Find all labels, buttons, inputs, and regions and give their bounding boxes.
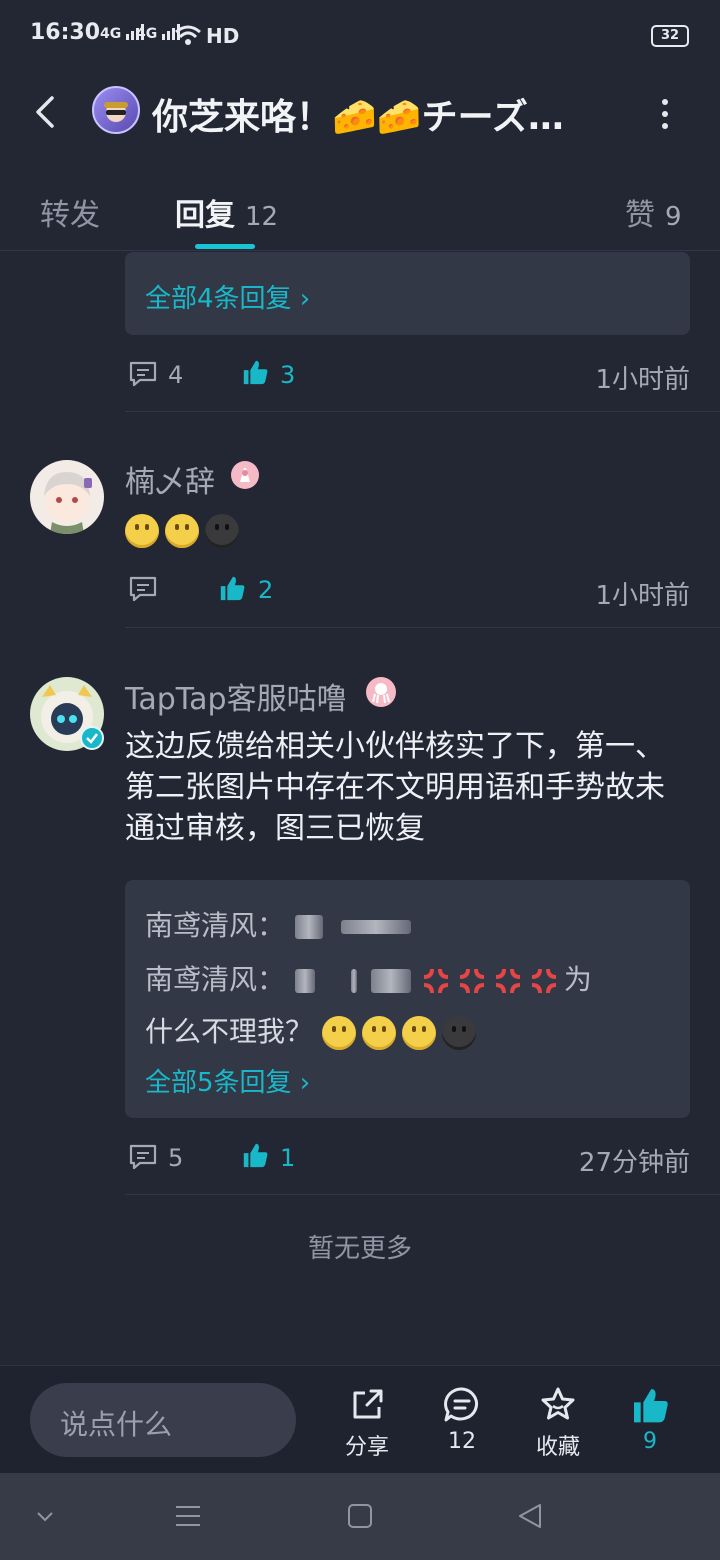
star-icon: [541, 1387, 575, 1420]
reply-quote-box: 全部4条回复 ›: [125, 252, 690, 335]
comment-icon[interactable]: [128, 575, 158, 603]
share-icon: [353, 1389, 383, 1419]
dark-face-emoji: [205, 514, 239, 548]
timestamp: 27分钟前: [578, 1148, 690, 1178]
status-bar: 16:30 4G 4G HD 32: [0, 0, 720, 72]
username[interactable]: 楠乄辞: [125, 457, 215, 501]
comment-count: 4: [168, 361, 184, 389]
menu-icon[interactable]: [174, 1503, 202, 1529]
battery-icon: 32: [651, 25, 689, 47]
like-count: 3: [280, 361, 296, 389]
hd-indicator: HD: [206, 24, 240, 48]
divider: [125, 411, 720, 412]
reply-body-emojis: [125, 514, 245, 548]
user-badge-icon: [366, 677, 396, 707]
anger-symbol-emoji: [423, 968, 449, 994]
chevron-left-icon[interactable]: [26, 92, 66, 132]
thumbs-up-icon: [634, 1389, 668, 1423]
smiling-face-emoji: [125, 514, 159, 548]
reply-body: 这边反馈给相关小伙伴核实了下，第一、第二张图片中存在不文明用语和手势故未通过审核…: [125, 729, 665, 846]
smiling-face-emoji: [165, 514, 199, 548]
user-avatar[interactable]: [30, 460, 104, 534]
timestamp: 1小时前: [595, 581, 690, 611]
anger-symbol-emoji: [531, 968, 557, 994]
verified-badge-icon: [80, 726, 104, 750]
comment-input[interactable]: 说点什么: [30, 1383, 296, 1457]
like-count: 1: [280, 1144, 296, 1172]
wifi-icon: [175, 25, 201, 45]
tab-likes[interactable]: 赞9: [625, 190, 682, 234]
quoted-reply-continued: 什么不理我？: [145, 1010, 482, 1050]
divider: [125, 1194, 720, 1195]
thumbs-up-icon[interactable]: [240, 1141, 270, 1169]
post-author-avatar[interactable]: [92, 86, 140, 134]
system-navigation-bar: [0, 1473, 720, 1560]
quoted-reply: 南鸢清风：: [145, 904, 412, 944]
user-badge-icon: [231, 461, 259, 489]
like-count: 2: [258, 576, 274, 604]
thumbs-up-icon[interactable]: [240, 358, 270, 386]
view-all-replies-link[interactable]: 全部5条回复 ›: [145, 1062, 310, 1099]
pleading-face-emoji: [321, 1016, 356, 1050]
active-tab-indicator: [195, 244, 255, 249]
divider: [125, 627, 720, 628]
chevron-down-icon[interactable]: [34, 1505, 56, 1527]
comment-icon[interactable]: [128, 1143, 158, 1171]
comment-icon[interactable]: [128, 360, 158, 388]
status-time: 16:30: [30, 20, 101, 45]
pleading-face-emoji: [401, 1016, 436, 1050]
end-of-list-text: 暂无更多: [307, 1234, 412, 1264]
comment-bubble-icon: [444, 1387, 478, 1422]
comments-button[interactable]: 12: [427, 1385, 497, 1454]
quoted-reply: 南鸢清风： 为: [145, 963, 592, 996]
view-all-replies-link[interactable]: 全部4条回复 ›: [145, 278, 310, 315]
pleading-face-emoji: [361, 1016, 396, 1050]
comment-count: 5: [168, 1144, 184, 1172]
more-vertical-icon[interactable]: [650, 94, 680, 134]
back-triangle-icon[interactable]: [516, 1502, 544, 1530]
thumbs-up-icon[interactable]: [217, 574, 247, 602]
anger-symbol-emoji: [495, 968, 521, 994]
favorite-button[interactable]: 收藏: [523, 1385, 593, 1461]
like-button[interactable]: 9: [615, 1385, 685, 1454]
page-title: 你芝来咯！🧀🧀チーズ…: [152, 97, 564, 138]
dark-face-emoji: [441, 1016, 476, 1050]
comment-input-placeholder: 说点什么: [60, 1408, 173, 1441]
tab-replies[interactable]: 回复 12: [175, 190, 278, 234]
share-button[interactable]: 分享: [332, 1385, 402, 1461]
reply-quote-box: 南鸢清风： 南鸢清风： 为 什么不理我？ 全部5条回复 ›: [125, 880, 690, 1118]
username[interactable]: TapTap客服咕噜: [125, 674, 347, 718]
tab-reposts[interactable]: 转发: [40, 190, 100, 234]
anger-symbol-emoji: [459, 968, 485, 994]
timestamp: 1小时前: [595, 365, 690, 395]
home-square-icon[interactable]: [347, 1503, 373, 1529]
tabs-divider: [0, 250, 720, 251]
